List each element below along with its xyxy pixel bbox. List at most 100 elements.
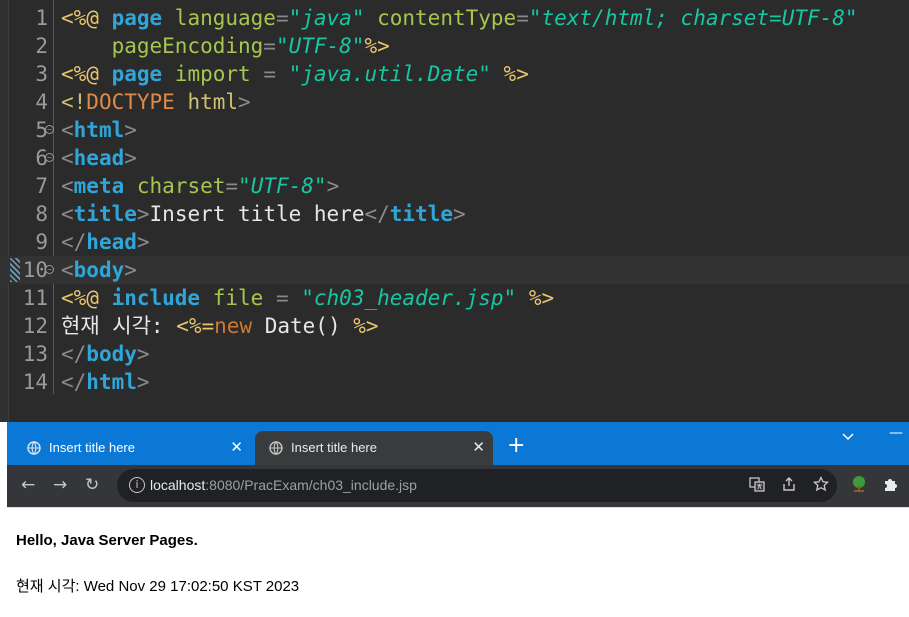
code-line[interactable]: 8 <title>Insert title here</title> bbox=[0, 200, 909, 228]
info-icon[interactable]: i bbox=[129, 477, 145, 493]
bookmark-star-icon[interactable] bbox=[812, 475, 830, 496]
code-text: pageEncoding="UTF-8"%> bbox=[61, 32, 390, 60]
code-text: <html> bbox=[61, 116, 137, 144]
code-token: "UTF-8" bbox=[275, 34, 365, 58]
extension-tree-icon[interactable] bbox=[850, 475, 868, 497]
code-token: file bbox=[212, 286, 276, 310]
share-icon[interactable] bbox=[781, 476, 797, 496]
code-text: </body> bbox=[61, 340, 150, 368]
new-tab-button[interactable]: + bbox=[507, 435, 525, 457]
code-text: <meta charset="UTF-8"> bbox=[61, 172, 339, 200]
globe-icon bbox=[269, 441, 283, 455]
code-line[interactable]: 12 현재 시각: <%=new Date() %> bbox=[0, 312, 909, 340]
fold-toggle-icon[interactable]: − bbox=[45, 153, 54, 162]
tab-inactive[interactable]: Insert title here ✕ bbox=[13, 431, 251, 465]
code-token: page bbox=[111, 6, 175, 30]
code-token: < bbox=[61, 146, 74, 170]
code-line[interactable]: 5− <html> bbox=[0, 116, 909, 144]
code-token: "ch03_header.jsp" bbox=[301, 286, 517, 310]
code-token: %> bbox=[364, 34, 390, 58]
code-token: </ bbox=[61, 370, 87, 394]
code-token: import bbox=[174, 62, 264, 86]
minimize-button[interactable]: — bbox=[889, 425, 903, 441]
code-token: html bbox=[86, 370, 137, 394]
code-token: > bbox=[124, 118, 137, 142]
reload-button[interactable]: ↻ bbox=[85, 474, 99, 496]
code-token: < bbox=[61, 118, 74, 142]
code-token: body bbox=[86, 342, 137, 366]
code-token: DOCTYPE bbox=[86, 90, 188, 114]
url-path: :8080/PracExam/ch03_include.jsp bbox=[205, 477, 417, 493]
chevron-down-icon[interactable] bbox=[842, 430, 854, 444]
code-token: < bbox=[61, 258, 74, 282]
code-line[interactable]: 9 </head> bbox=[0, 228, 909, 256]
back-button[interactable]: ← bbox=[21, 474, 35, 496]
code-token: </ bbox=[61, 342, 87, 366]
tab-strip: Insert title here ✕ Insert title here ✕ … bbox=[7, 422, 909, 465]
tab-title: Insert title here bbox=[291, 440, 377, 455]
code-line[interactable]: 3 <%@ page import = "java.util.Date" %> bbox=[0, 60, 909, 88]
tab-active[interactable]: Insert title here ✕ bbox=[255, 431, 493, 465]
code-text: <%@ include file = "ch03_header.jsp" %> bbox=[61, 284, 554, 312]
code-token: %> bbox=[516, 286, 555, 310]
current-time-text: 현재 시각: Wed Nov 29 17:02:50 KST 2023 bbox=[16, 578, 300, 595]
code-token: %> bbox=[490, 62, 529, 86]
fold-toggle-icon[interactable]: − bbox=[45, 125, 54, 134]
code-token: </ bbox=[61, 230, 87, 254]
code-token: head bbox=[86, 230, 137, 254]
code-text: <title>Insert title here</title> bbox=[61, 200, 466, 228]
url-text[interactable]: localhost:8080/PracExam/ch03_include.jsp bbox=[150, 477, 417, 493]
line-number: 3 bbox=[35, 62, 48, 86]
close-tab-icon[interactable]: ✕ bbox=[472, 438, 485, 456]
code-text: <!DOCTYPE html> bbox=[61, 88, 251, 116]
code-token: <%@ bbox=[61, 286, 112, 310]
line-number: 13 bbox=[22, 342, 48, 366]
code-line[interactable]: 2 pageEncoding="UTF-8"%> bbox=[0, 32, 909, 60]
translate-icon[interactable] bbox=[749, 476, 765, 496]
code-token: head bbox=[73, 146, 125, 170]
code-line[interactable]: 11 <%@ include file = "ch03_header.jsp" %… bbox=[0, 284, 909, 312]
code-token: = bbox=[263, 62, 289, 86]
line-number: 9 bbox=[35, 230, 48, 254]
code-token: > bbox=[238, 90, 251, 114]
code-token: > bbox=[452, 202, 466, 226]
code-text: <%@ page language="java" contentType="te… bbox=[61, 4, 858, 32]
code-token: include bbox=[111, 286, 213, 310]
line-number: 8 bbox=[35, 202, 48, 226]
code-editor[interactable]: 1 <%@ page language="java" contentType="t… bbox=[0, 0, 909, 422]
code-line[interactable]: 14 </html> bbox=[0, 368, 909, 396]
code-token: "java" bbox=[288, 6, 365, 30]
code-token: Insert title here bbox=[149, 202, 365, 226]
url-host: localhost bbox=[150, 477, 206, 493]
code-token: body bbox=[73, 258, 125, 282]
code-token: < bbox=[61, 174, 74, 198]
line-number: 14 bbox=[22, 370, 48, 394]
extensions-puzzle-icon[interactable] bbox=[882, 475, 900, 497]
code-line[interactable]: 1 <%@ page language="java" contentType="t… bbox=[0, 4, 909, 32]
fold-toggle-icon[interactable]: − bbox=[45, 265, 54, 274]
code-token: <%@ bbox=[61, 6, 112, 30]
tab-title: Insert title here bbox=[49, 440, 135, 455]
code-token: </ bbox=[364, 202, 390, 226]
close-tab-icon[interactable]: ✕ bbox=[230, 438, 243, 456]
code-token: > bbox=[136, 342, 150, 366]
code-token: "java.util.Date" bbox=[288, 62, 491, 86]
line-number: 11 bbox=[22, 286, 48, 310]
code-token: new bbox=[214, 314, 253, 338]
code-token: Date() bbox=[252, 314, 354, 338]
code-line[interactable]: 13 </body> bbox=[0, 340, 909, 368]
forward-button[interactable]: → bbox=[53, 474, 67, 496]
code-line[interactable]: 4 <!DOCTYPE html> bbox=[0, 88, 909, 116]
code-line[interactable]: 6− <head> bbox=[0, 144, 909, 172]
line-number: 12 bbox=[22, 314, 48, 338]
code-token: 현재 시각: bbox=[61, 314, 177, 338]
page-heading: Hello, Java Server Pages. bbox=[16, 532, 198, 549]
code-line[interactable]: 7 <meta charset="UTF-8"> bbox=[0, 172, 909, 200]
browser-window: Insert title here ✕ Insert title here ✕ … bbox=[7, 422, 909, 617]
code-token: title bbox=[73, 202, 137, 226]
code-line[interactable]: 10− <body> bbox=[0, 256, 909, 284]
line-number: 7 bbox=[35, 174, 48, 198]
address-bar[interactable]: i localhost:8080/PracExam/ch03_include.j… bbox=[117, 469, 837, 502]
code-token: > bbox=[136, 230, 150, 254]
code-token: > bbox=[136, 202, 150, 226]
